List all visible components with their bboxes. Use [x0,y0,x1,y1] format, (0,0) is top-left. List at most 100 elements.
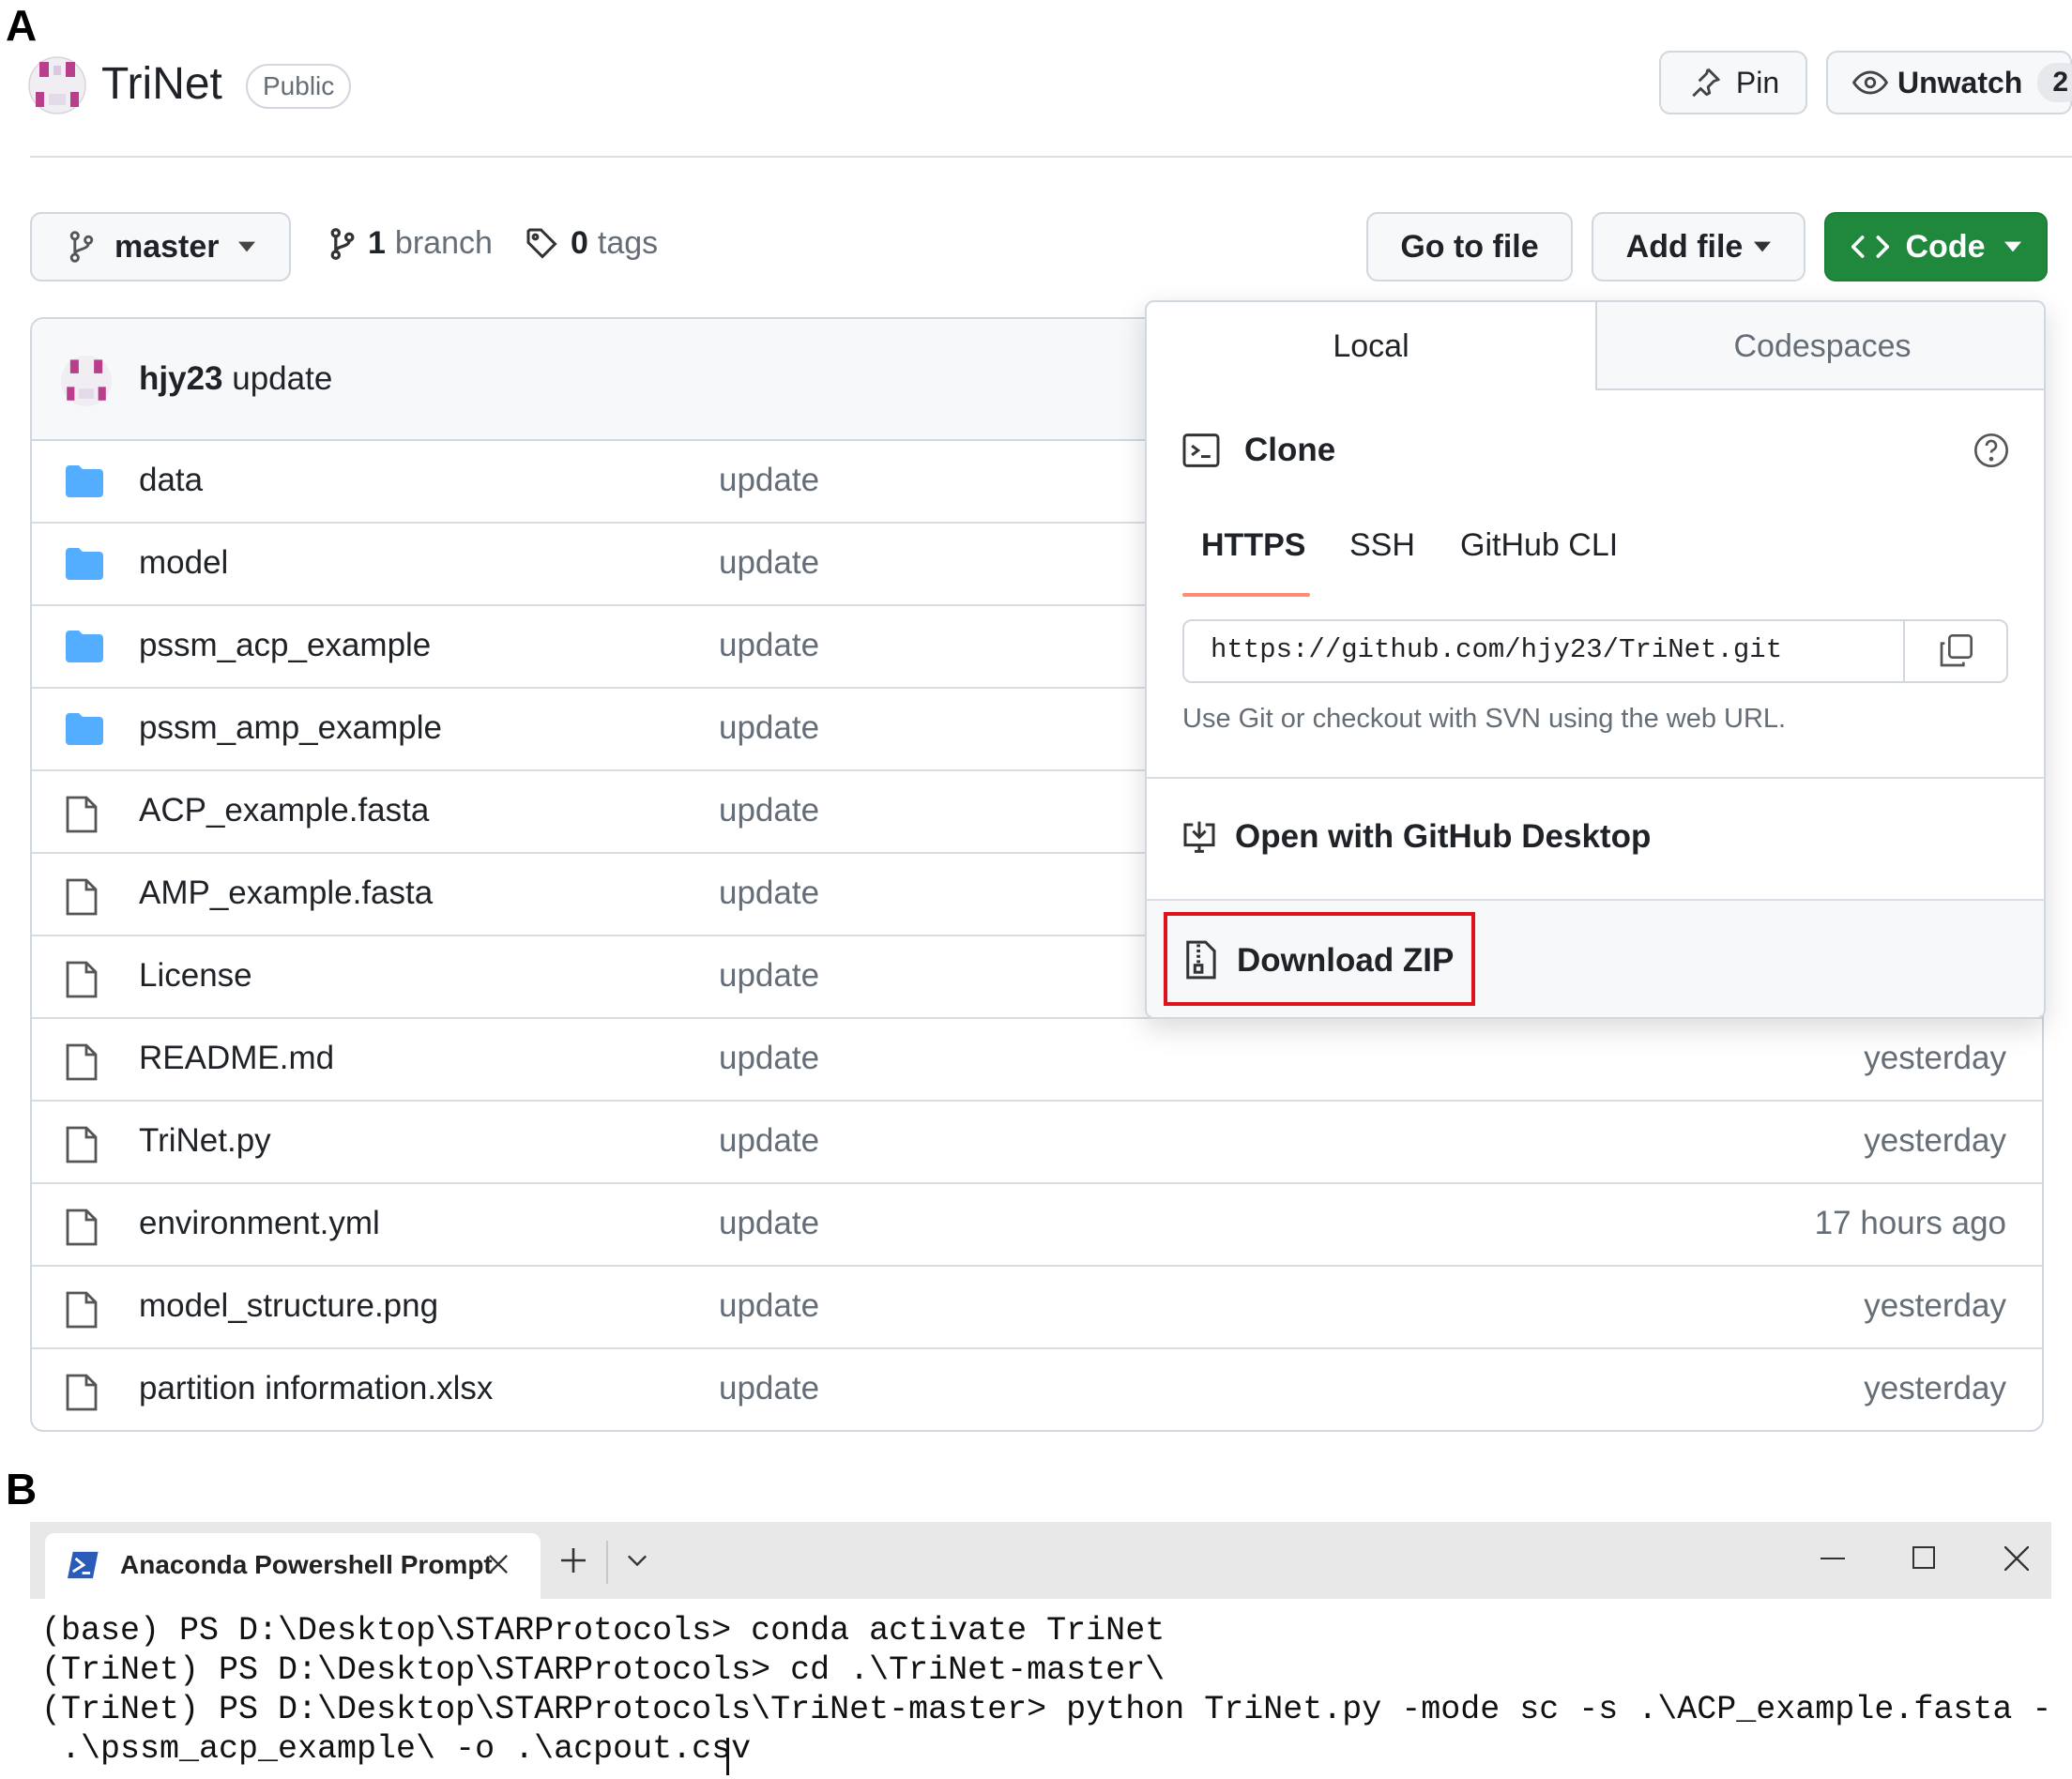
minimize-icon[interactable] [1821,1558,1845,1561]
branch-count-link[interactable]: 1 branch [328,225,493,262]
file-icon [66,1291,98,1333]
file-commit-time: yesterday [1864,1287,2006,1324]
caret-down-icon [237,241,255,252]
code-button[interactable]: Code [1824,212,2048,281]
tag-icon [526,227,559,261]
copy-button[interactable] [1903,621,2006,681]
file-name[interactable]: environment.yml [139,1205,380,1242]
chevron-down-icon[interactable] [627,1554,648,1567]
file-commit-message[interactable]: update [719,462,819,499]
pin-label: Pin [1735,65,1780,99]
maximize-icon[interactable] [1912,1546,1935,1569]
panel-label-a: A [6,1,38,50]
file-commit-message[interactable]: update [719,792,819,829]
tab-divider [606,1541,608,1584]
file-commit-message[interactable]: update [719,627,819,664]
file-commit-message[interactable]: update [719,874,819,912]
file-name[interactable]: data [139,462,203,499]
file-icon [66,1374,98,1416]
clone-hint: Use Git or checkout with SVN using the w… [1182,704,1787,734]
file-commit-message[interactable]: update [719,1287,819,1325]
proto-ssh-tab[interactable]: SSH [1349,527,1415,564]
file-name[interactable]: README.md [139,1040,334,1077]
terminal-line: (TriNet) PS D:\Desktop\STARProtocols> cd… [41,1651,1166,1689]
repo-avatar[interactable] [28,56,86,114]
file-name[interactable]: pssm_amp_example [139,709,442,747]
tab-codespaces-label: Codespaces [1733,328,1912,364]
unwatch-button[interactable]: Unwatch 2 [1826,51,2072,114]
file-commit-message[interactable]: update [719,1370,819,1407]
folder-icon [66,713,103,750]
go-to-file-button[interactable]: Go to file [1366,212,1573,281]
file-commit-time: yesterday [1864,1040,2006,1076]
caret-down-icon [1754,241,1772,252]
tag-word: tags [597,225,659,261]
file-commit-message[interactable]: update [719,957,819,995]
file-commit-time: 17 hours ago [1814,1205,2006,1241]
terminal-tab-title: Anaconda Powershell Prompt [120,1550,493,1579]
file-commit-time: yesterday [1864,1122,2006,1159]
commit-author[interactable]: hjy23 [139,360,223,397]
clone-url: https://github.com/hjy23/TriNet.git [1211,634,1783,665]
commit-message[interactable]: update [232,360,332,397]
panel-label-b: B [6,1465,38,1513]
table-row[interactable]: model_structure.png update yesterday [32,1267,2042,1349]
table-row[interactable]: TriNet.py update yesterday [32,1102,2042,1184]
branch-selector[interactable]: master [30,212,291,281]
author-avatar[interactable] [60,355,113,407]
file-name[interactable]: ACP_example.fasta [139,792,429,829]
add-file-button[interactable]: Add file [1592,212,1805,281]
tag-count-link[interactable]: 0 tags [526,225,658,262]
file-commit-message[interactable]: update [719,1040,819,1077]
file-commit-message[interactable]: update [719,1122,819,1160]
close-tab-icon[interactable] [488,1554,509,1574]
terminal-window: Anaconda Powershell Prompt (base) PS D:\… [30,1522,2051,1779]
table-row[interactable]: README.md update yesterday [32,1019,2042,1102]
file-name[interactable]: model [139,544,228,582]
proto-https-tab[interactable]: HTTPS [1201,527,1305,564]
file-name[interactable]: pssm_acp_example [139,627,431,664]
download-zip-highlight[interactable]: Download ZIP [1164,912,1475,1006]
pin-icon [1687,65,1723,100]
git-branch-icon [328,227,357,261]
tab-local[interactable]: Local [1147,302,1595,390]
file-icon [66,878,98,920]
table-row[interactable]: environment.yml update 17 hours ago [32,1184,2042,1267]
tab-codespaces[interactable]: Codespaces [1595,302,2044,390]
terminal-line: (base) PS D:\Desktop\STARProtocols> cond… [41,1612,1166,1650]
close-window-icon[interactable] [2004,1546,2029,1571]
terminal-line: .\pssm_acp_example\ -o .\acpout.csv [41,1730,752,1768]
tag-count: 0 [571,225,588,261]
open-desktop-item[interactable]: Open with GitHub Desktop [1147,779,2044,899]
table-row[interactable]: partition information.xlsx update yesterda… [32,1349,2042,1430]
file-name[interactable]: partition information.xlsx [139,1370,493,1407]
proto-cli-tab[interactable]: GitHub CLI [1460,527,1618,564]
file-name[interactable]: model_structure.png [139,1287,438,1325]
file-zip-icon [1184,940,1216,980]
repo-name[interactable]: TriNet [101,58,222,110]
file-commit-message[interactable]: update [719,544,819,582]
folder-icon [66,465,103,502]
code-label: Code [1905,228,1986,265]
file-commit-message[interactable]: update [719,1205,819,1242]
caret-down-icon [2003,241,2021,252]
question-icon[interactable] [1973,432,2010,469]
branch-count: 1 [368,225,386,261]
folder-icon [66,548,103,585]
file-name[interactable]: TriNet.py [139,1122,271,1160]
clone-url-field[interactable]: https://github.com/hjy23/TriNet.git [1182,619,2008,683]
terminal-tab[interactable]: Anaconda Powershell Prompt [45,1533,541,1599]
file-icon [66,1209,98,1251]
file-name[interactable]: AMP_example.fasta [139,874,433,912]
file-icon [66,796,98,838]
tab-local-label: Local [1333,328,1409,364]
pin-button[interactable]: Pin [1659,51,1807,114]
open-desktop-label: Open with GitHub Desktop [1235,818,1652,855]
folder-icon [66,631,103,667]
code-dropdown: Local Codespaces Clone HTTPS SSH GitHub … [1145,300,2046,1019]
file-name[interactable]: License [139,957,252,995]
clone-title: Clone [1244,432,1336,468]
eye-icon [1852,68,1888,97]
plus-icon[interactable] [561,1548,586,1573]
file-commit-message[interactable]: update [719,709,819,747]
